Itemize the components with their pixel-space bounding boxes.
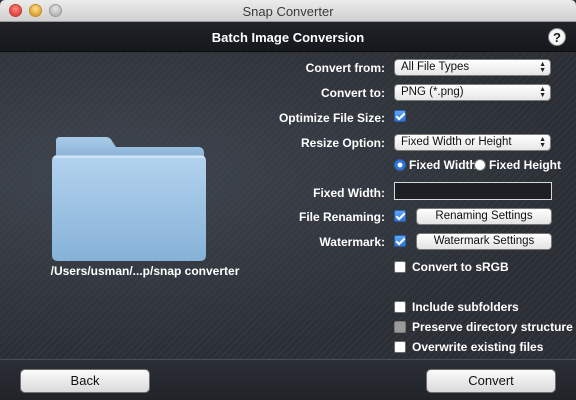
window-title: Snap Converter xyxy=(242,4,334,19)
convert-from-value: All File Types xyxy=(401,61,470,73)
watermark-label: Watermark: xyxy=(319,235,385,249)
file-renaming-checkbox[interactable] xyxy=(394,210,406,222)
updown-arrows-icon: ▲ ▼ xyxy=(539,136,546,149)
page-title: Batch Image Conversion xyxy=(211,30,365,45)
file-renaming-label: File Renaming: xyxy=(298,210,385,224)
optimize-checkbox[interactable] xyxy=(394,110,406,122)
convert-srgb-label[interactable]: Convert to sRGB xyxy=(412,260,509,274)
help-icon[interactable]: ? xyxy=(548,28,566,46)
watermark-checkbox[interactable] xyxy=(394,235,406,247)
resize-option-value: Fixed Width or Height xyxy=(401,136,512,148)
include-subfolders-label[interactable]: Include subfolders xyxy=(412,300,519,314)
fixed-height-radio[interactable] xyxy=(474,159,486,171)
app-window: Snap Converter Batch Image Conversion ? … xyxy=(0,0,576,400)
convert-from-select[interactable]: All File Types ▲ ▼ xyxy=(394,59,551,76)
convert-to-label: Convert to: xyxy=(321,86,385,100)
convert-srgb-checkbox[interactable] xyxy=(394,261,406,273)
overwrite-files-label[interactable]: Overwrite existing files xyxy=(412,340,543,354)
watermark-settings-button[interactable]: Watermark Settings xyxy=(416,233,552,250)
resize-option-select[interactable]: Fixed Width or Height ▲ ▼ xyxy=(394,134,551,151)
footer-bar: Back Convert xyxy=(0,359,576,400)
back-button[interactable]: Back xyxy=(20,369,150,393)
include-subfolders-checkbox[interactable] xyxy=(394,301,406,313)
convert-to-value: PNG (*.png) xyxy=(401,86,464,98)
preserve-structure-label[interactable]: Preserve directory structure xyxy=(412,320,573,334)
preserve-structure-checkbox[interactable] xyxy=(394,321,406,333)
main-panel: /Users/usman/...p/snap converter Convert… xyxy=(0,53,576,359)
updown-arrows-icon: ▲ ▼ xyxy=(539,86,546,99)
optimize-label: Optimize File Size: xyxy=(278,111,385,125)
convert-from-label: Convert from: xyxy=(305,61,385,75)
folder-icon[interactable] xyxy=(50,135,208,263)
fixed-width-radio-label[interactable]: Fixed Width xyxy=(409,158,477,172)
resize-option-label: Resize Option: xyxy=(300,136,385,150)
convert-button[interactable]: Convert xyxy=(426,369,556,393)
renaming-settings-button[interactable]: Renaming Settings xyxy=(416,208,552,225)
page-header: Batch Image Conversion ? xyxy=(0,22,576,52)
fixed-width-input[interactable] xyxy=(394,182,552,200)
fixed-width-label: Fixed Width: xyxy=(313,186,385,200)
fixed-height-radio-label[interactable]: Fixed Height xyxy=(489,158,561,172)
updown-arrows-icon: ▲ ▼ xyxy=(539,61,546,74)
convert-to-select[interactable]: PNG (*.png) ▲ ▼ xyxy=(394,84,551,101)
source-folder-path: /Users/usman/...p/snap converter xyxy=(50,264,240,278)
title-bar[interactable]: Snap Converter xyxy=(0,0,576,22)
fixed-width-radio[interactable] xyxy=(394,159,406,171)
overwrite-files-checkbox[interactable] xyxy=(394,341,406,353)
